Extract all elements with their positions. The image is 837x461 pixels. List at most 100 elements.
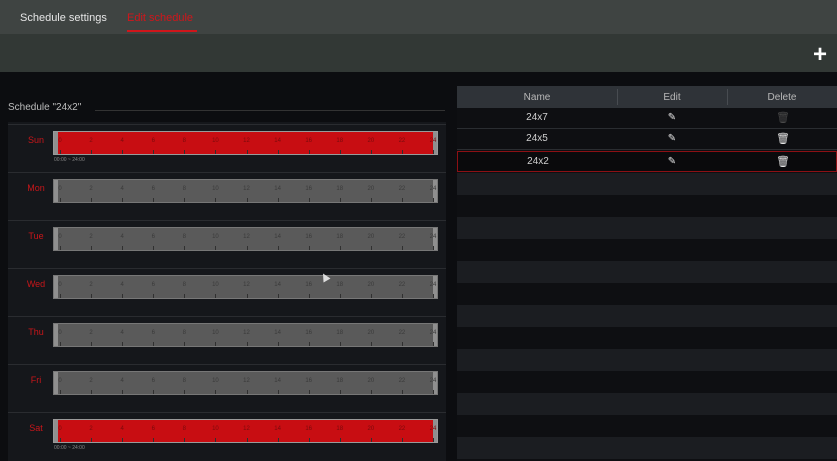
hour-tick-label: 16	[305, 426, 312, 432]
hour-tick	[308, 390, 310, 394]
timeline-bar[interactable]: 0 2 4 6 8 10 12 14 16 18 20 22 24	[53, 275, 438, 299]
hour-tick-label: 14	[274, 426, 281, 432]
hour-tick	[122, 150, 124, 154]
list-empty-row	[457, 349, 837, 371]
hour-tick-label: 14	[274, 282, 281, 288]
timeline-bar[interactable]: 0 2 4 6 8 10 12 14 16 18 20 22 24	[53, 227, 438, 251]
active-tab-indicator	[127, 30, 197, 32]
hour-tick	[184, 390, 186, 394]
hour-tick	[277, 246, 279, 250]
day-row: Tue 0 2 4 6 8 10 12 14 16 18 20 22 24	[8, 220, 446, 266]
hour-tick-label: 22	[398, 282, 406, 288]
hour-tick-label: 14	[274, 330, 281, 336]
hour-tick-label: 24	[429, 138, 437, 144]
day-row: Mon 0 2 4 6 8 10 12 14 16 18 20 22 24	[8, 172, 446, 218]
day-label: Sat	[29, 423, 43, 433]
add-schedule-button[interactable]: +	[809, 41, 831, 68]
hour-tick-label: 20	[367, 330, 375, 336]
hour-tick-label: 20	[367, 426, 375, 432]
hour-tick	[246, 342, 248, 346]
hour-tick	[153, 150, 155, 154]
hour-tick-label: 0	[58, 378, 62, 384]
hour-tick	[215, 150, 217, 154]
hour-tick	[308, 342, 310, 346]
hour-tick-label: 18	[336, 186, 344, 192]
hour-tick	[433, 342, 434, 346]
hour-tick-label: 20	[367, 282, 375, 288]
hour-tick	[339, 294, 341, 298]
hour-tick-label: 18	[336, 234, 344, 240]
hour-tick-label: 18	[336, 138, 344, 144]
hour-tick	[433, 294, 434, 298]
hour-tick	[339, 150, 341, 154]
timeline-bar[interactable]: 0 2 4 6 8 10 12 14 16 18 20 22 24	[53, 419, 438, 443]
day-row: Fri 0 2 4 6 8 10 12 14 16 18 20 22 24	[8, 364, 446, 410]
trash-icon: 🗑	[776, 112, 790, 124]
timeline-bar[interactable]: 0 2 4 6 8 10 12 14 16 18 20 22 24	[53, 323, 438, 347]
hour-tick	[122, 438, 124, 442]
timeline-bar[interactable]: 0 2 4 6 8 10 12 14 16 18 20 22 24	[53, 371, 438, 395]
list-header: Name Edit Delete	[457, 86, 837, 108]
hour-tick	[215, 198, 217, 202]
plus-icon: +	[812, 41, 827, 68]
hour-tick-label: 4	[120, 186, 124, 192]
hour-tick-label: 20	[367, 186, 375, 192]
hour-tick	[60, 150, 61, 154]
time-range-label: 00:00 ~ 24:00	[54, 157, 85, 163]
hour-tick-label: 4	[120, 330, 124, 336]
hour-tick	[153, 342, 155, 346]
pencil-icon[interactable]: ✎	[667, 113, 677, 123]
tab-edit-schedule[interactable]: Edit schedule	[127, 12, 193, 24]
hour-tick-label: 24	[429, 378, 437, 384]
hour-tick	[339, 198, 341, 202]
hour-tick	[401, 294, 403, 298]
day-label: Wed	[26, 279, 46, 289]
trash-icon[interactable]: 🗑	[776, 156, 790, 168]
timeline-bar[interactable]: 0 2 4 6 8 10 12 14 16 18 20 22 24	[53, 179, 438, 203]
hour-tick-label: 24	[429, 282, 437, 288]
hour-tick	[153, 438, 155, 442]
hour-tick-label: 20	[367, 378, 375, 384]
hour-tick-label: 10	[212, 138, 219, 144]
hour-tick-label: 8	[182, 330, 186, 336]
hour-tick-label: 16	[305, 186, 312, 192]
hour-tick-label: 4	[120, 426, 124, 432]
table-row[interactable]: 24x5 ✎ 🗑	[457, 129, 837, 150]
pencil-icon[interactable]: ✎	[667, 134, 677, 144]
hour-tick	[246, 438, 248, 442]
list-empty-row	[457, 393, 837, 415]
hour-tick	[60, 198, 61, 202]
hour-tick-label: 22	[398, 138, 406, 144]
pencil-icon[interactable]: ✎	[667, 157, 677, 167]
day-label: Mon	[27, 183, 45, 193]
hour-tick-label: 8	[182, 234, 186, 240]
hour-tick-label: 10	[212, 186, 219, 192]
hour-tick	[401, 150, 403, 154]
tab-schedule-settings[interactable]: Schedule settings	[20, 12, 107, 24]
hour-tick	[433, 198, 434, 202]
hour-tick	[91, 390, 93, 394]
hour-tick-label: 24	[429, 234, 437, 240]
hour-tick	[308, 438, 310, 442]
table-row[interactable]: 24x7 ✎ 🗑	[457, 108, 837, 129]
hour-tick-label: 6	[151, 186, 155, 192]
hour-tick-label: 14	[274, 234, 281, 240]
trash-icon[interactable]: 🗑	[776, 133, 790, 145]
hour-tick-label: 12	[243, 282, 250, 288]
hour-tick	[60, 390, 61, 394]
hour-tick-label: 4	[120, 138, 124, 144]
hour-tick-label: 0	[58, 138, 62, 144]
hour-tick	[370, 294, 372, 298]
hour-tick	[401, 438, 403, 442]
hour-tick	[184, 294, 186, 298]
hour-tick	[60, 246, 61, 250]
hour-tick-label: 12	[243, 330, 250, 336]
hour-tick	[401, 390, 403, 394]
hour-tick	[215, 246, 217, 250]
hour-tick	[277, 438, 279, 442]
table-row[interactable]: 24x2 ✎ 🗑	[457, 151, 837, 172]
timeline-bar[interactable]: 0 2 4 6 8 10 12 14 16 18 20 22 24	[53, 131, 438, 155]
hour-tick	[153, 198, 155, 202]
hour-tick-label: 22	[398, 426, 406, 432]
hour-tick	[401, 198, 403, 202]
